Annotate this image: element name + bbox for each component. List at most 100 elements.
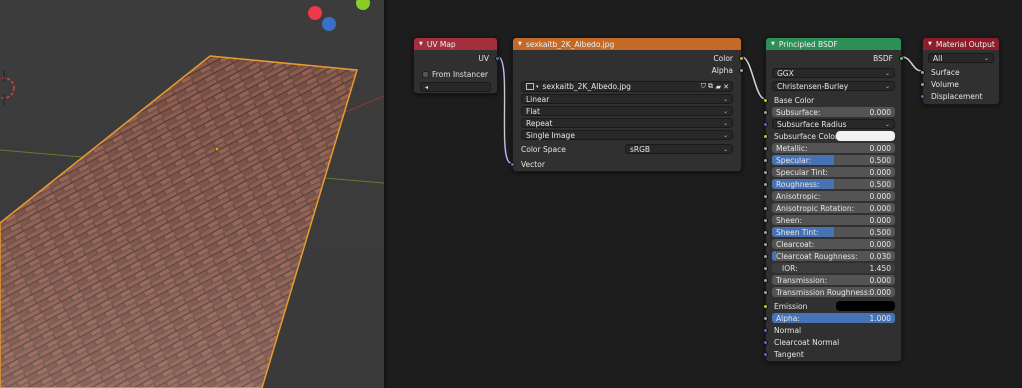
- collapse-arrow-icon[interactable]: ▼: [419, 41, 423, 47]
- chevron-down-icon: ⌄: [722, 107, 728, 115]
- normal-socket[interactable]: [763, 327, 768, 333]
- duplicate-image-icon[interactable]: ⧉: [708, 82, 713, 91]
- subsurface-method-dropdown[interactable]: Christensen-Burley ⌄: [772, 81, 895, 91]
- image-browse-icon[interactable]: [526, 83, 534, 90]
- sheen-slider[interactable]: Sheen: 0.000: [772, 215, 895, 225]
- clearcoat-roughness-socket[interactable]: [763, 253, 768, 259]
- base-color-label: Base Color: [774, 95, 815, 105]
- color-space-dropdown[interactable]: sRGB ⌄: [625, 144, 733, 154]
- material-output-title: Material Output: [935, 39, 995, 49]
- emission-row: Emission: [763, 300, 901, 312]
- uv-map-title: UV Map: [426, 39, 456, 49]
- close-icon[interactable]: ✕: [723, 83, 729, 91]
- alpha-socket[interactable]: [763, 315, 768, 321]
- principled-bsdf-header[interactable]: ▼ Principled BSDF: [766, 38, 901, 50]
- fake-user-shield-icon[interactable]: ⛉: [701, 82, 706, 91]
- roughness-slider[interactable]: Roughness: 0.500: [772, 179, 895, 189]
- surface-input-socket[interactable]: [920, 69, 925, 75]
- color-output-socket[interactable]: [739, 55, 744, 61]
- tangent-socket[interactable]: [763, 351, 768, 357]
- shader-node-editor[interactable]: ▼ UV Map UV From Instancer ◂ ▼ sexkaitb_…: [387, 0, 1022, 388]
- metallic-socket[interactable]: [763, 145, 768, 151]
- image-selector[interactable]: ▾ sexkaitb_2K_Albedo.jpg ⛉ ⧉ ▰ ✕: [521, 81, 733, 92]
- uv-map-node[interactable]: ▼ UV Map UV From Instancer ◂: [413, 37, 500, 94]
- transmission-roughness-slider[interactable]: Transmission Roughness: 0.000: [772, 287, 895, 297]
- collapse-arrow-icon[interactable]: ▼: [771, 41, 775, 47]
- specular-tint-socket[interactable]: [763, 169, 768, 175]
- emission-color-swatch[interactable]: [836, 301, 895, 311]
- surface-input-label: Surface: [931, 67, 960, 77]
- image-name[interactable]: sexkaitb_2K_Albedo.jpg: [543, 82, 631, 91]
- uv-map-header[interactable]: ▼ UV Map: [414, 38, 497, 50]
- transmission-socket[interactable]: [763, 277, 768, 283]
- anisotropic-socket[interactable]: [763, 193, 768, 199]
- collapse-arrow-icon[interactable]: ▼: [928, 41, 932, 47]
- clearcoat-row: Clearcoat: 0.000: [763, 238, 901, 250]
- subsurface-socket[interactable]: [763, 109, 768, 115]
- sheen-socket[interactable]: [763, 217, 768, 223]
- subsurface-color-swatch[interactable]: [836, 131, 895, 141]
- anisotropic-row: Anisotropic: 0.000: [763, 190, 901, 202]
- image-texture-header[interactable]: ▼ sexkaitb_2K_Albedo.jpg: [513, 38, 741, 50]
- transmission-roughness-socket[interactable]: [763, 289, 768, 295]
- principled-bsdf-node[interactable]: ▼ Principled BSDF BSDF GGX ⌄ Christensen-…: [763, 37, 904, 362]
- ior-socket[interactable]: [763, 265, 768, 271]
- uv-output-label: UV: [478, 53, 489, 63]
- clearcoat-socket[interactable]: [763, 241, 768, 247]
- clearcoat-slider[interactable]: Clearcoat: 0.000: [772, 239, 895, 249]
- alpha-output-socket[interactable]: [739, 67, 744, 73]
- tangent-row: Tangent: [763, 348, 901, 360]
- extension-dropdown[interactable]: Repeat ⌄: [521, 118, 733, 128]
- render-target-dropdown[interactable]: All ⌄: [928, 53, 994, 63]
- interpolation-dropdown[interactable]: Linear ⌄: [521, 94, 733, 104]
- roughness-socket[interactable]: [763, 181, 768, 187]
- subsurface-radius-dropdown[interactable]: Subsurface Radius ⌄: [772, 119, 895, 129]
- chevron-down-icon[interactable]: ▾: [536, 84, 539, 90]
- from-instancer-checkbox[interactable]: [422, 70, 429, 78]
- vector-input-socket[interactable]: [510, 161, 515, 167]
- displacement-input-socket[interactable]: [920, 93, 925, 99]
- subsurface-radius-socket[interactable]: [763, 121, 768, 127]
- ior-field[interactable]: IOR: 1.450: [772, 263, 895, 273]
- clearcoat-roughness-slider[interactable]: Clearcoat Roughness: 0.030: [772, 251, 895, 261]
- open-folder-icon[interactable]: ▰: [716, 83, 721, 91]
- specular-tint-row: Specular Tint: 0.000: [763, 166, 901, 178]
- specular-slider[interactable]: Specular: 0.500: [772, 155, 895, 165]
- bsdf-output-socket[interactable]: [899, 55, 904, 61]
- sheen-tint-slider[interactable]: Sheen Tint: 0.500: [772, 227, 895, 237]
- alpha-row: Alpha: 1.000: [763, 312, 901, 324]
- anisotropic-slider[interactable]: Anisotropic: 0.000: [772, 191, 895, 201]
- from-instancer-row[interactable]: From Instancer: [414, 68, 497, 80]
- emission-socket[interactable]: [763, 303, 768, 309]
- projection-dropdown[interactable]: Flat ⌄: [521, 106, 733, 116]
- volume-input-socket[interactable]: [920, 81, 925, 87]
- anisotropic-rotation-socket[interactable]: [763, 205, 768, 211]
- uv-output-socket[interactable]: [495, 55, 500, 61]
- source-dropdown[interactable]: Single Image ⌄: [521, 130, 733, 140]
- object-origin: [214, 146, 220, 152]
- material-output-node[interactable]: ▼ Material Output All ⌄ Surface Volume Di…: [920, 37, 1000, 105]
- metallic-slider[interactable]: Metallic: 0.000: [772, 143, 895, 153]
- anisotropic-rotation-slider[interactable]: Anisotropic Rotation: 0.000: [772, 203, 895, 213]
- material-output-header[interactable]: ▼ Material Output: [923, 38, 999, 50]
- specular-socket[interactable]: [763, 157, 768, 163]
- sheen-tint-socket[interactable]: [763, 229, 768, 235]
- alpha-output-row: Alpha: [513, 64, 744, 76]
- subsurface-slider[interactable]: Subsurface: 0.000: [772, 107, 895, 117]
- collapse-arrow-icon[interactable]: ▼: [518, 41, 522, 47]
- transmission-slider[interactable]: Transmission: 0.000: [772, 275, 895, 285]
- specular-tint-slider[interactable]: Specular Tint: 0.000: [772, 167, 895, 177]
- alpha-slider[interactable]: Alpha: 1.000: [772, 313, 895, 323]
- 3d-viewport[interactable]: [0, 0, 384, 388]
- uv-map-field[interactable]: ◂: [420, 82, 491, 92]
- subsurface-color-socket[interactable]: [763, 133, 768, 139]
- vector-input-row: Vector: [510, 158, 741, 170]
- image-texture-node[interactable]: ▼ sexkaitb_2K_Albedo.jpg Color Alpha ▾ s…: [510, 37, 744, 172]
- clearcoat-normal-row: Clearcoat Normal: [763, 336, 901, 348]
- alpha-output-label: Alpha: [711, 65, 733, 75]
- clearcoat-normal-label: Clearcoat Normal: [774, 337, 840, 347]
- clearcoat-normal-socket[interactable]: [763, 339, 768, 345]
- subsurface-color-row: Subsurface Color: [763, 130, 901, 142]
- distribution-dropdown[interactable]: GGX ⌄: [772, 68, 895, 78]
- base-color-socket[interactable]: [763, 97, 768, 103]
